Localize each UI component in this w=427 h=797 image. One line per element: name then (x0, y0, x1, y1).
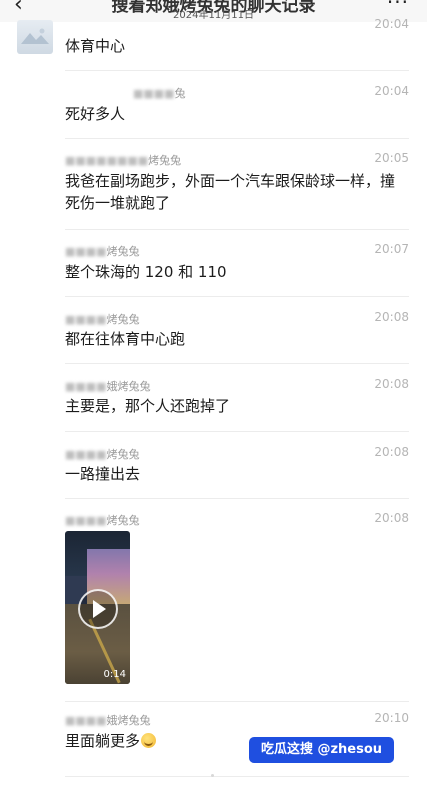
watermark-badge: 吃瓜这搜 @zhesou (249, 737, 394, 763)
message-time: 20:10 (374, 711, 409, 725)
avatar[interactable] (17, 20, 53, 54)
message-sender: ■■■■兔 (133, 87, 186, 100)
list-item[interactable]: ■■■■兔 20:04 死好多人 (65, 82, 409, 139)
grimace-emoji-icon (141, 733, 157, 748)
avatar-image-placeholder-icon (21, 28, 49, 44)
list-item[interactable]: ■■■■娥烤兔兔 20:08 主要是，那个人还跑掉了 (65, 374, 409, 432)
message-sender: ■■■■烤兔兔 (65, 514, 140, 527)
message-time: 20:08 (374, 511, 409, 525)
list-item[interactable]: ■■■■烤兔兔 20:07 整个珠海的 120 和 110 (65, 239, 409, 297)
message-text: 整个珠海的 120 和 110 (65, 263, 227, 281)
chat-record-header: ‹ 搜着郑娥烤兔兔的聊天记录 2024年11月11日 ··· (0, 0, 427, 22)
message-text: 一路撞出去 (65, 465, 141, 483)
message-sender: ■■■■烤兔兔 (65, 448, 140, 461)
message-time: 20:08 (374, 377, 409, 391)
message-sender: ■■■■烤兔兔 (65, 245, 140, 258)
message-sender: ■■■■娥烤兔兔 (65, 714, 151, 727)
more-dots-icon[interactable]: ··· (387, 0, 409, 14)
message-time: 20:07 (374, 242, 409, 256)
message-sender: ■■■■烤兔兔 (65, 313, 140, 326)
message-time: 20:08 (374, 445, 409, 459)
message-text: 主要是，那个人还跑掉了 (65, 397, 231, 415)
message-time: 20:05 (374, 151, 409, 165)
list-item[interactable]: ■■■■■■■■烤兔兔 20:05 我爸在副场跑步，外面一个汽车跟保龄球一样，撞… (65, 148, 409, 230)
list-item[interactable]: ■■■■烤兔兔 20:08 都在往体育中心跑 (65, 307, 409, 364)
message-sender: ■■■■■■■■烤兔兔 (65, 154, 182, 167)
message-text: 体育中心 (65, 37, 126, 55)
page-indicator-dot (211, 774, 214, 777)
message-sender: ■■■■娥烤兔兔 (65, 380, 151, 393)
message-time: 20:04 (374, 84, 409, 98)
video-thumbnail[interactable]: 0:14 (65, 531, 130, 684)
list-item[interactable]: 20:04 体育中心 (65, 17, 409, 71)
video-duration: 0:14 (103, 669, 126, 680)
list-item[interactable]: ■■■■烤兔兔 20:08 一路撞出去 (65, 442, 409, 499)
message-text: 死好多人 (65, 105, 126, 123)
message-text: 我爸在副场跑步，外面一个汽车跟保龄球一样，撞死伤一堆就跑了 (65, 172, 396, 212)
message-time: 20:04 (374, 17, 409, 31)
play-button-icon[interactable] (78, 589, 118, 629)
chat-record-date: 2024年11月11日 (173, 10, 254, 21)
message-text: 都在往体育中心跑 (65, 330, 186, 348)
message-time: 20:08 (374, 310, 409, 324)
